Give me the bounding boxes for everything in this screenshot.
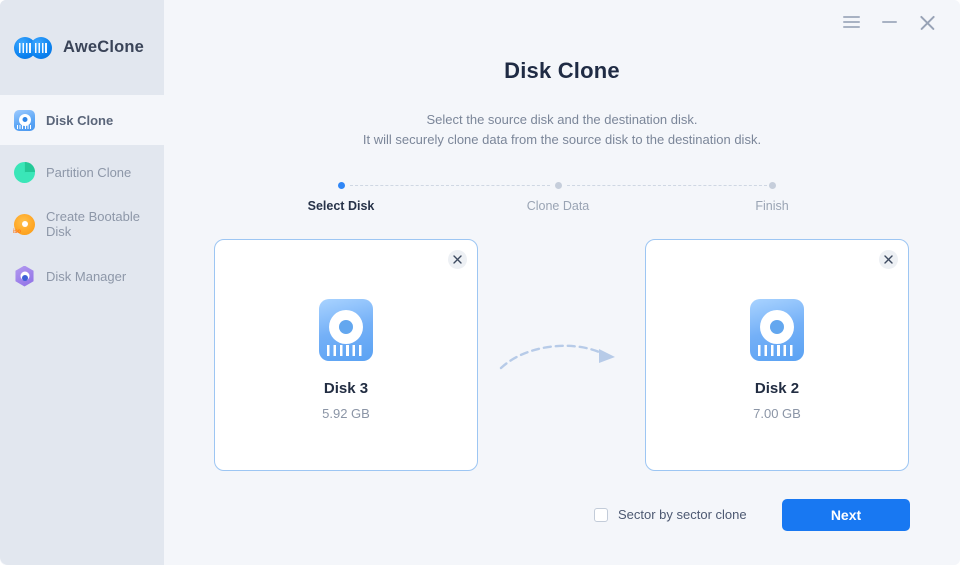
brand-name: AweClone (63, 38, 145, 56)
clone-direction-arrow-icon (495, 330, 625, 378)
sidebar-item-label: Disk Manager (46, 268, 127, 284)
sector-by-sector-clone-checkbox[interactable]: Sector by sector clone (594, 507, 747, 522)
sidebar-item-label: Partition Clone (46, 164, 132, 180)
source-disk-name: Disk 3 (323, 380, 369, 397)
checkbox-box[interactable] (594, 507, 608, 522)
destination-disk-name: Disk 2 (754, 380, 800, 397)
stepper-dot (768, 182, 776, 189)
main-content: Disk Clone Select the source disk and th… (164, 0, 960, 565)
sidebar-item-partition-clone[interactable]: Partition Clone (0, 147, 164, 197)
brand-logo: AweClone (0, 0, 164, 95)
stepper-label: Select Disk (307, 199, 375, 213)
remove-disk-icon[interactable] (879, 250, 898, 269)
stepper-step-finish: Finish (712, 180, 832, 213)
minimize-icon (881, 21, 897, 23)
sidebar-item-disk-manager[interactable]: Disk Manager (0, 251, 164, 301)
aweclone-logo-icon (14, 36, 52, 59)
iso-disc-icon: iso (13, 213, 35, 235)
page-subtitle: Select the source disk and the destinati… (164, 110, 960, 150)
source-disk-size: 5.92 GB (322, 406, 370, 421)
page-title: Disk Clone (504, 58, 620, 83)
destination-disk-size: 7.00 GB (753, 406, 801, 421)
close-button[interactable] (908, 4, 946, 40)
sidebar: AweClone Disk Clone Partition Clone iso … (0, 0, 164, 565)
sidebar-item-label: Create Bootable Disk (46, 209, 140, 239)
source-disk-card[interactable]: Disk 3 5.92 GB (214, 239, 478, 471)
hamburger-menu-icon (842, 16, 860, 28)
stepper-step-select-disk: Select Disk (281, 180, 401, 213)
close-icon (919, 14, 936, 31)
disk-manager-icon (14, 265, 35, 287)
window-controls (832, 0, 960, 44)
minimize-button[interactable] (870, 4, 908, 40)
destination-disk-card[interactable]: Disk 2 7.00 GB (645, 239, 909, 471)
stepper-label: Clone Data (526, 199, 590, 213)
page-subtitle-line-1: Select the source disk and the destinati… (426, 112, 698, 127)
aweclone-window: AweClone Disk Clone Partition Clone iso … (0, 0, 960, 565)
stepper-label: Finish (755, 199, 789, 213)
next-button[interactable]: Next (782, 499, 910, 531)
checkbox-label: Sector by sector clone (618, 507, 747, 522)
sidebar-item-disk-clone[interactable]: Disk Clone (0, 95, 164, 145)
hard-disk-icon (750, 299, 804, 361)
sidebar-item-label: Disk Clone (46, 112, 114, 128)
sidebar-item-create-bootable-disk[interactable]: iso Create Bootable Disk (0, 199, 164, 249)
stepper-step-clone-data: Clone Data (498, 180, 618, 213)
menu-button[interactable] (832, 4, 870, 40)
hard-disk-icon (319, 299, 373, 361)
page-subtitle-line-2: It will securely clone data from the sou… (362, 132, 762, 147)
stepper-dot (554, 182, 562, 189)
remove-disk-icon[interactable] (448, 250, 467, 269)
disk-icon (14, 109, 35, 131)
stepper-dot (337, 182, 345, 189)
partition-pie-icon (14, 161, 35, 183)
progress-stepper: Select Disk Clone Data Finish (308, 180, 789, 214)
